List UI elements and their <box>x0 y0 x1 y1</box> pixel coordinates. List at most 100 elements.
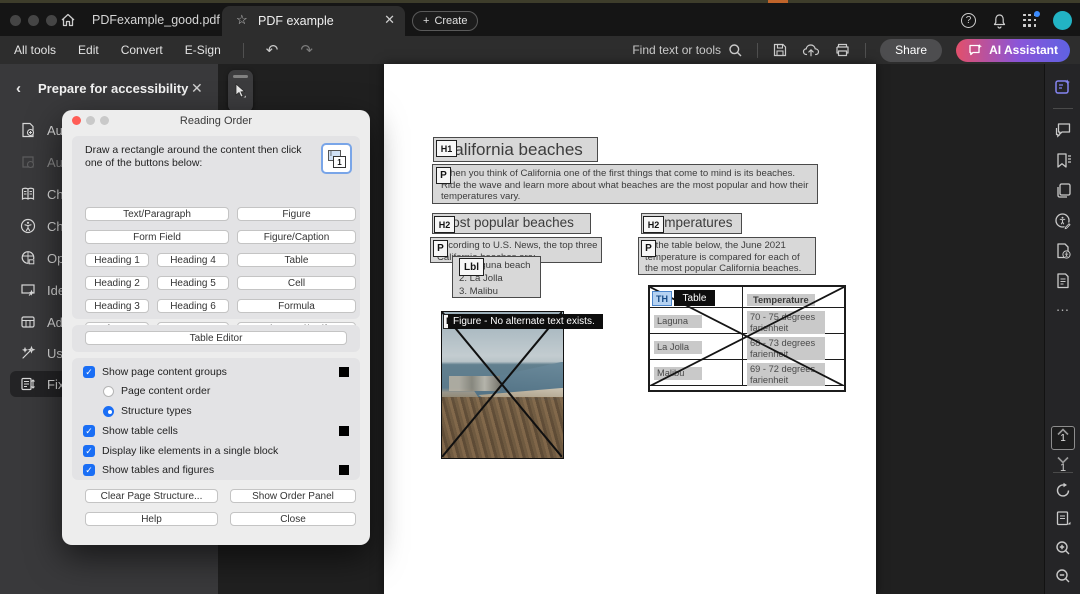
page-thumbnails-icon[interactable] <box>1045 182 1080 199</box>
figure-cross-lines <box>442 312 562 457</box>
menu-esign[interactable]: E-Sign <box>185 43 221 57</box>
cell-button[interactable]: Cell <box>237 276 356 290</box>
acrobat-window: PDFexample_good.pdf ☆ PDF example ✕ + Cr… <box>0 0 1080 594</box>
intro-paragraph-box[interactable]: When you think of California one of the … <box>432 164 818 204</box>
print-icon[interactable] <box>834 42 851 58</box>
back-chevron-icon[interactable]: ‹ <box>16 80 21 97</box>
document-notes-icon[interactable] <box>1045 272 1080 290</box>
heading6-button[interactable]: Heading 6 <box>157 299 229 313</box>
groups-color-swatch[interactable] <box>339 367 349 377</box>
drag-handle[interactable] <box>233 75 248 78</box>
heading3-button[interactable]: Heading 3 <box>85 299 149 313</box>
bookmarks-icon[interactable] <box>1045 152 1080 169</box>
star-icon[interactable]: ☆ <box>236 12 248 28</box>
h1-content-box[interactable]: California beaches <box>433 137 598 162</box>
next-page-chevron-icon[interactable] <box>1045 456 1080 464</box>
beach-figure[interactable]: Figure Figure - No alternate text exists… <box>441 311 564 459</box>
reading-order-dialog[interactable]: Reading Order Draw a rectangle around th… <box>62 110 370 545</box>
doc-accessibility-icon[interactable] <box>1045 242 1080 260</box>
previous-page-chevron-icon[interactable] <box>1045 428 1080 436</box>
p-tag[interactable]: P <box>436 167 451 184</box>
pdf-page[interactable]: California beaches H1 When you think of … <box>384 64 876 594</box>
show-table-cells-checkbox[interactable]: ✓ <box>83 425 95 437</box>
h2-popular-text: Most popular beaches <box>441 215 574 230</box>
save-icon[interactable] <box>772 42 788 58</box>
notifications-bell-icon[interactable] <box>992 13 1007 29</box>
menu-convert[interactable]: Convert <box>121 43 163 57</box>
select-tool-icon[interactable] <box>234 83 247 99</box>
reading-order-icon <box>20 376 36 392</box>
window-controls[interactable] <box>10 15 57 26</box>
tab-pdf-example-label: PDF example <box>258 14 334 28</box>
structure-types-radio[interactable] <box>103 406 114 417</box>
display-like-checkbox[interactable]: ✓ <box>83 445 95 457</box>
table-button[interactable]: Table <box>237 253 356 267</box>
maximize-window-button[interactable] <box>46 15 57 26</box>
close-panel-icon[interactable]: ✕ <box>191 80 203 97</box>
quick-tools-float[interactable] <box>228 70 253 112</box>
plus-icon: + <box>423 15 429 27</box>
more-tools-icon[interactable]: … <box>1045 298 1080 314</box>
cloud-upload-icon[interactable] <box>802 42 820 58</box>
temperatures-paragraph-box[interactable]: In the table below, the June 2021 temper… <box>638 237 816 275</box>
undo-icon[interactable]: ↶ <box>266 41 279 59</box>
h2-tag[interactable]: H2 <box>643 216 664 233</box>
zoom-in-icon[interactable] <box>1045 540 1080 556</box>
formula-button[interactable]: Formula <box>237 299 356 313</box>
menu-all-tools[interactable]: All tools <box>14 43 56 57</box>
apps-grid-icon[interactable] <box>1023 14 1037 28</box>
ai-assistant-panel-icon[interactable] <box>1045 78 1080 96</box>
rotate-page-icon[interactable] <box>1045 482 1080 499</box>
tables-figures-color-swatch[interactable] <box>339 465 349 475</box>
show-tables-figures-checkbox[interactable]: ✓ <box>83 464 95 476</box>
p-tag[interactable]: P <box>641 240 656 257</box>
display-options-panel: ✓ Show page content groups Page content … <box>72 358 360 480</box>
close-tab-icon[interactable]: ✕ <box>384 12 395 28</box>
zoom-out-icon[interactable] <box>1045 568 1080 584</box>
figure-button[interactable]: Figure <box>237 207 356 221</box>
show-groups-label: Show page content groups <box>102 366 227 378</box>
show-order-panel-button[interactable]: Show Order Panel <box>230 489 356 503</box>
heading5-button[interactable]: Heading 5 <box>157 276 229 290</box>
heading4-button[interactable]: Heading 4 <box>157 253 229 267</box>
lbl-tag[interactable]: Lbl <box>459 258 484 276</box>
close-window-button[interactable] <box>10 15 21 26</box>
create-tab-button[interactable]: + Create <box>412 11 478 31</box>
h2-tag[interactable]: H2 <box>434 216 455 233</box>
form-field-button[interactable]: Form Field <box>85 230 229 244</box>
th-tag[interactable]: TH <box>652 291 672 306</box>
page-content-order-radio[interactable] <box>103 386 114 397</box>
text-paragraph-button[interactable]: Text/Paragraph <box>85 207 229 221</box>
menu-edit[interactable]: Edit <box>78 43 99 57</box>
h1-tag[interactable]: H1 <box>436 140 457 157</box>
comments-icon[interactable] <box>1045 122 1080 139</box>
heading2-button[interactable]: Heading 2 <box>85 276 149 290</box>
accessibility-globe-icon[interactable] <box>1045 212 1080 230</box>
h2-popular-box[interactable]: Most popular beaches <box>432 213 591 234</box>
figure-caption-button[interactable]: Figure/Caption <box>237 230 356 244</box>
table-cells-color-swatch[interactable] <box>339 426 349 436</box>
table-editor-button[interactable]: Table Editor <box>85 331 347 345</box>
show-groups-checkbox[interactable]: ✓ <box>83 366 95 378</box>
avatar[interactable] <box>1053 11 1072 30</box>
redo-icon[interactable]: ↷ <box>300 41 313 59</box>
share-button[interactable]: Share <box>880 39 942 62</box>
page-fit-icon[interactable] <box>1045 510 1080 527</box>
home-icon[interactable] <box>60 12 76 28</box>
help-button[interactable]: Help <box>85 512 218 526</box>
structure-types-toggle-icon[interactable]: I 1 <box>321 143 352 174</box>
tab-pdfexample-good[interactable]: PDFexample_good.pdf <box>92 13 220 27</box>
intro-text: When you think of California one of the … <box>441 168 808 202</box>
tab-pdf-example[interactable]: ☆ PDF example ✕ <box>222 6 405 36</box>
temperature-table[interactable]: Temperature Laguna 70 - 75 degrees farie… <box>648 285 846 392</box>
find-tools-search[interactable]: Find text or tools <box>632 43 743 58</box>
display-like-label: Display like elements in a single block <box>102 445 278 457</box>
heading1-button[interactable]: Heading 1 <box>85 253 149 267</box>
clear-page-structure-button[interactable]: Clear Page Structure... <box>85 489 218 503</box>
close-button[interactable]: Close <box>230 512 356 526</box>
help-icon[interactable]: ? <box>961 13 976 28</box>
minimize-window-button[interactable] <box>28 15 39 26</box>
toolbar-divider <box>865 43 866 58</box>
ai-assistant-button[interactable]: AI Assistant <box>956 39 1070 62</box>
p-tag[interactable]: P <box>433 240 448 257</box>
